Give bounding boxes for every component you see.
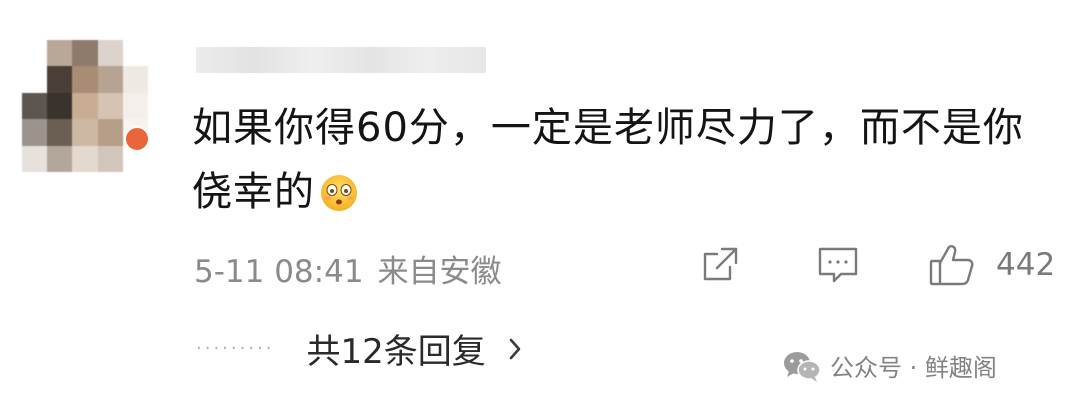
comment-button[interactable] (816, 242, 862, 288)
watermark-text: 公众号 · 鲜趣阁 (830, 354, 997, 382)
view-replies-link[interactable]: ········· 共12条回复 (196, 324, 524, 373)
wechat-logo-icon (784, 351, 821, 382)
location: 来自安徽 (377, 254, 502, 290)
comment-text: 如果你得60分，一定是老师尽力了，而不是你侥幸的 (192, 96, 1032, 224)
username-redacted[interactable] (196, 47, 486, 73)
timestamp: 5-11 08:41 (194, 254, 364, 290)
chevron-right-icon (509, 338, 521, 359)
comment-card: 如果你得60分，一定是老师尽力了，而不是你侥幸的 5-11 08:41 来自安徽 (0, 0, 1080, 410)
share-icon (703, 247, 738, 281)
like-button[interactable]: 442 (928, 242, 1055, 288)
avatar[interactable] (22, 40, 148, 172)
comment-icon (818, 247, 858, 283)
dizzy-face-emoji-icon (321, 175, 357, 211)
verified-badge-icon (124, 126, 150, 152)
watermark: 公众号 · 鲜趣阁 (782, 348, 997, 383)
share-button[interactable] (700, 242, 746, 288)
comment-meta: 5-11 08:41 来自安徽 (194, 246, 502, 291)
like-count: 442 (996, 247, 1056, 283)
comment-text-content: 如果你得60分，一定是老师尽力了，而不是你侥幸的 (192, 105, 1024, 215)
replies-count-label: 共12条回复 (306, 332, 486, 372)
replies-divider-dots: ········· (196, 338, 275, 359)
thumbs-up-icon (929, 245, 974, 286)
